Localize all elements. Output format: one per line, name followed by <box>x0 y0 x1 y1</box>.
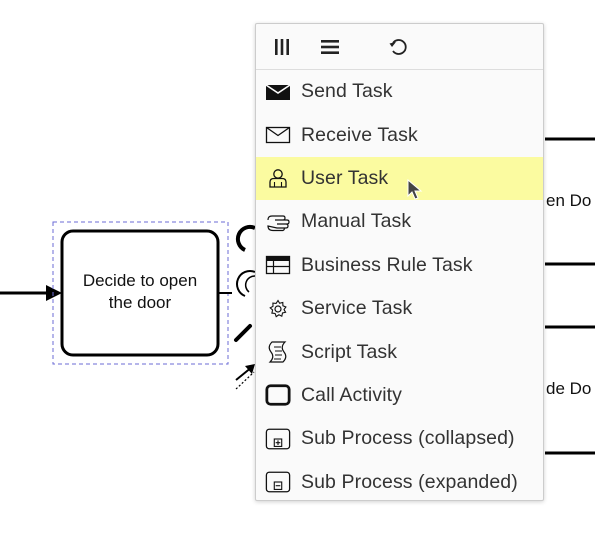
script-task-icon <box>265 339 291 365</box>
call-activity-icon <box>265 382 291 408</box>
menu-item-label: Sub Process (collapsed) <box>301 427 515 450</box>
loop-icon[interactable] <box>386 34 412 60</box>
popup-header <box>256 24 543 70</box>
menu-item-label: Send Task <box>301 80 393 103</box>
menu-item-label: Manual Task <box>301 210 412 233</box>
menu-item-label: User Task <box>301 166 389 189</box>
list-icon[interactable] <box>317 34 343 60</box>
mouse-cursor-icon <box>407 179 423 200</box>
send-task-icon <box>265 79 291 105</box>
menu-item-label: Sub Process (expanded) <box>301 470 518 493</box>
receive-task-icon <box>265 122 291 148</box>
intermediate-event-inner-icon <box>244 275 256 293</box>
menu-item-label: Call Activity <box>301 383 402 406</box>
wrench-icon[interactable] <box>234 324 252 342</box>
partial-task-label-2: de Do <box>546 379 592 398</box>
task-label-line-1: Decide to open <box>82 271 198 290</box>
end-event-icon[interactable] <box>235 224 256 252</box>
task-label-line-2: the door <box>108 293 172 312</box>
subprocess-collapsed-icon <box>265 426 291 452</box>
business-rule-task-icon <box>265 252 291 278</box>
menu-item-receive-task[interactable]: Receive Task <box>256 113 543 156</box>
subprocess-expanded-icon <box>265 469 291 495</box>
service-task-icon <box>265 296 291 322</box>
menu-item-script-task[interactable]: Script Task <box>256 330 543 373</box>
partial-task-label-1: en Do <box>546 191 592 210</box>
menu-item-sub-process-expanded[interactable]: Sub Process (expanded) <box>256 461 543 504</box>
menu-item-label: Business Rule Task <box>301 253 473 276</box>
manual-task-icon <box>265 209 291 235</box>
menu-item-service-task[interactable]: Service Task <box>256 287 543 330</box>
connect-icon[interactable] <box>235 364 255 390</box>
menu-item-label: Script Task <box>301 340 398 363</box>
bpmn-canvas[interactable]: Decide to open the door en Do de Do Send… <box>0 0 595 544</box>
popup-entries: Send Task Receive Task User Task Manual Tas… <box>256 70 543 504</box>
task-label: Decide to open the door <box>62 270 218 314</box>
menu-item-sub-process-collapsed[interactable]: Sub Process (collapsed) <box>256 417 543 460</box>
menu-item-label: Receive Task <box>301 123 418 146</box>
replace-popup-menu: Send Task Receive Task User Task Manual Tas… <box>255 23 544 501</box>
menu-item-business-rule-task[interactable]: Business Rule Task <box>256 244 543 287</box>
menu-item-label: Service Task <box>301 297 413 320</box>
columns-icon[interactable] <box>269 34 295 60</box>
menu-item-manual-task[interactable]: Manual Task <box>256 200 543 243</box>
menu-item-send-task[interactable]: Send Task <box>256 70 543 113</box>
user-task-icon <box>265 165 291 191</box>
menu-item-user-task[interactable]: User Task <box>256 156 543 201</box>
menu-item-call-activity[interactable]: Call Activity <box>256 374 543 417</box>
